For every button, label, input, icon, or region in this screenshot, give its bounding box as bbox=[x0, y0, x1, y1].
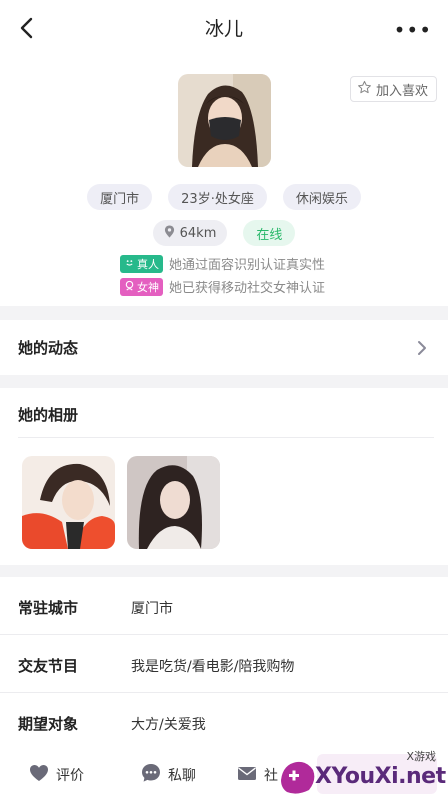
social-label: 社 bbox=[264, 768, 278, 784]
profile-tags: 厦门市 23岁·处女座 休闲娱乐 bbox=[0, 184, 448, 210]
info-key: 常驻城市 bbox=[18, 599, 79, 617]
private-chat-label: 私聊 bbox=[168, 768, 196, 784]
face-icon bbox=[124, 257, 135, 271]
info-row-dating-program: 交友节目 我是吃货/看电影/陪我购物 bbox=[0, 635, 448, 693]
info-key: 期望对象 bbox=[18, 715, 79, 733]
site-watermark: X游戏 XYouXi.net bbox=[277, 750, 446, 798]
chevron-right-icon bbox=[416, 339, 428, 357]
info-key: 交友节目 bbox=[18, 657, 79, 675]
album-photo[interactable] bbox=[127, 456, 220, 549]
online-status-badge: 在线 bbox=[243, 220, 296, 246]
real-person-text: 她通过面容识别认证真实性 bbox=[169, 258, 326, 273]
her-dynamics-label: 她的动态 bbox=[18, 339, 79, 357]
watermark-text: XYouXi.net bbox=[315, 764, 446, 789]
info-row-expected-partner: 期望对象 大方/关爱我 bbox=[0, 693, 448, 751]
envelope-icon bbox=[236, 762, 258, 788]
top-nav-bar: 冰儿 ••• bbox=[0, 0, 448, 56]
her-dynamics-row[interactable]: 她的动态 bbox=[0, 320, 448, 375]
info-value: 我是吃货/看电影/陪我购物 bbox=[131, 659, 295, 675]
rate-label: 评价 bbox=[56, 768, 84, 784]
private-chat-button[interactable]: 私聊 bbox=[140, 762, 196, 788]
star-outline-icon bbox=[357, 80, 372, 99]
goddess-icon bbox=[124, 280, 135, 294]
distance-chip: 64km bbox=[152, 220, 228, 246]
page-title: 冰儿 bbox=[204, 18, 243, 40]
real-person-verification: 真人 她通过面容识别认证真实性 bbox=[120, 254, 325, 273]
real-person-badge: 真人 bbox=[120, 254, 163, 273]
goddess-badge: 女神 bbox=[120, 277, 163, 296]
divider bbox=[18, 437, 434, 438]
profile-avatar[interactable] bbox=[178, 74, 271, 167]
more-options-icon[interactable]: ••• bbox=[394, 18, 432, 42]
album-photo[interactable] bbox=[22, 456, 115, 549]
location-pin-icon bbox=[164, 225, 175, 242]
album-title: 她的相册 bbox=[18, 406, 79, 424]
photo-album-section: 她的相册 bbox=[0, 388, 448, 565]
profile-card: 加入喜欢 厦门市 23岁·处女座 休闲娱乐 64km 在线 真人 她通过面容识别… bbox=[0, 56, 448, 306]
chat-bubble-icon bbox=[140, 762, 162, 788]
add-to-favorites-button[interactable]: 加入喜欢 bbox=[349, 76, 437, 102]
status-chips: 64km 在线 bbox=[0, 220, 448, 246]
info-row-city: 常驻城市 厦门市 bbox=[0, 577, 448, 635]
goddess-verification: 女神 她已获得移动社交女神认证 bbox=[120, 277, 325, 296]
add-to-favorites-label: 加入喜欢 bbox=[375, 83, 428, 99]
heart-icon bbox=[28, 762, 50, 788]
tag-city: 厦门市 bbox=[87, 184, 153, 210]
info-value: 厦门市 bbox=[131, 601, 173, 617]
goddess-text: 她已获得移动社交女神认证 bbox=[169, 281, 326, 296]
social-button[interactable]: 社 bbox=[236, 762, 278, 788]
tag-age-zodiac: 23岁·处女座 bbox=[168, 184, 267, 210]
tag-interest: 休闲娱乐 bbox=[282, 184, 361, 210]
info-value: 大方/关爱我 bbox=[131, 717, 206, 733]
distance-value: 64km bbox=[179, 225, 217, 241]
rate-button[interactable]: 评价 bbox=[28, 762, 84, 788]
watermark-small-text: X游戏 bbox=[406, 750, 436, 763]
